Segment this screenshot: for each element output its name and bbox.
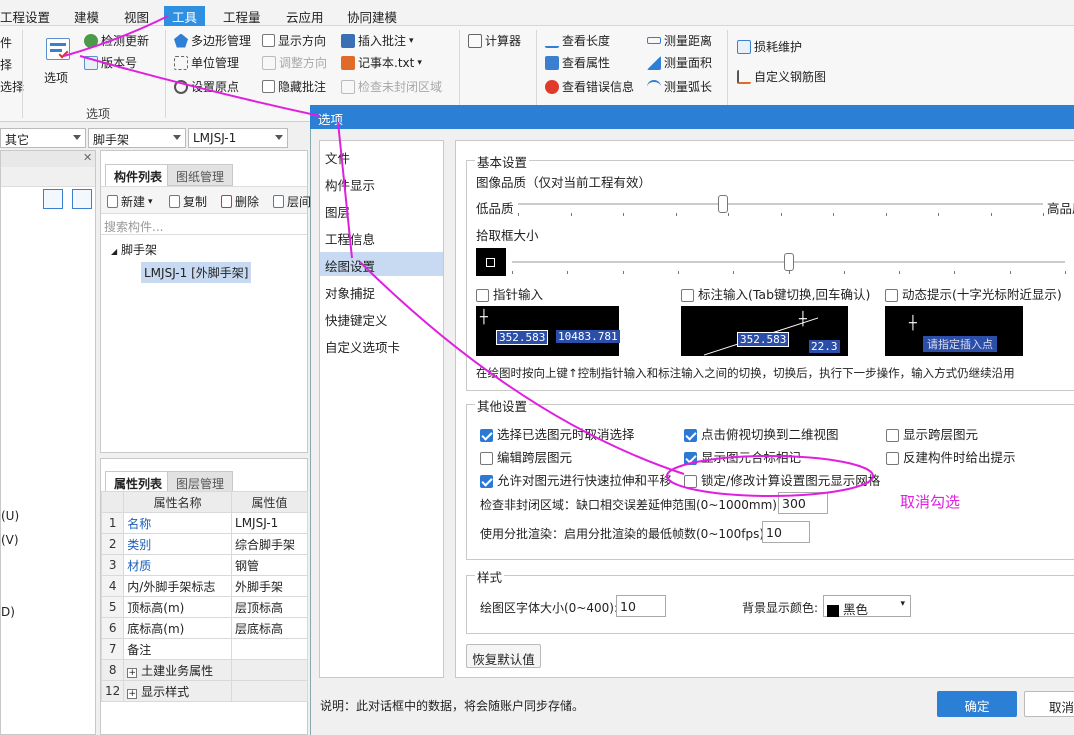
arrow-nav-to-option: [359, 261, 685, 475]
annotation-text: 取消勾选: [900, 493, 961, 511]
arrow-dialog-to-nav: [337, 121, 353, 259]
highlight-ellipse: [666, 455, 874, 497]
annotation-overlay: [63, 15, 874, 497]
arrow-options-to-dialog: [79, 55, 321, 117]
arrow-tools-to-options: [63, 15, 169, 57]
